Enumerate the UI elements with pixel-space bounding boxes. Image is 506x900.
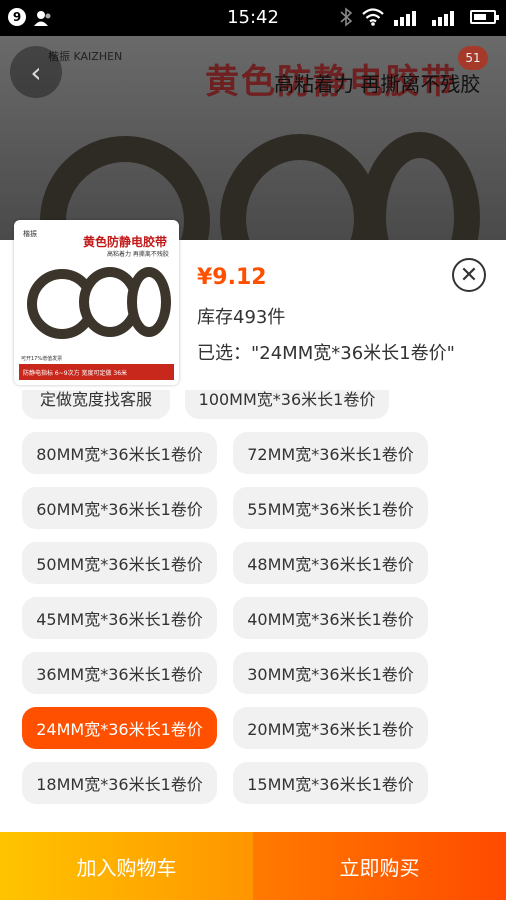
selected-variant: 已选："24MM宽*36米长1卷价"	[197, 343, 455, 364]
variant-option[interactable]: 100MM宽*36米长1卷价	[185, 390, 389, 419]
thumb-subtitle: 高粘着力 再撕离不残胶	[107, 251, 169, 258]
signal-icon-1	[394, 11, 416, 26]
buy-now-button[interactable]: 立即购买	[253, 832, 506, 900]
variant-option[interactable]: 48MM宽*36米长1卷价	[233, 542, 428, 584]
price: ¥9.12	[197, 265, 267, 290]
battery-icon	[470, 10, 499, 24]
variant-option[interactable]: 40MM宽*36米长1卷价	[233, 597, 428, 639]
tape-roll	[220, 134, 380, 240]
product-thumbnail: 楷振 黄色防静电胶带 高粘着力 再撕离不残胶 可开17%增值发票 防静电指标 6…	[14, 220, 179, 385]
wifi-icon	[362, 8, 384, 26]
variant-option[interactable]: 72MM宽*36米长1卷价	[233, 432, 428, 474]
variant-option[interactable]: 60MM宽*36米长1卷价	[22, 487, 217, 529]
variant-option[interactable]: 18MM宽*36米长1卷价	[22, 762, 217, 804]
close-button[interactable]: ✕	[452, 258, 486, 292]
action-bar: 加入购物车 立即购买	[0, 832, 506, 900]
tape-roll	[127, 267, 171, 337]
thumb-note: 可开17%增值发票	[21, 356, 63, 362]
variant-option[interactable]: 15MM宽*36米长1卷价	[233, 762, 428, 804]
cart-count-badge[interactable]: 51	[458, 46, 488, 70]
variant-option[interactable]: 20MM宽*36米长1卷价	[233, 707, 428, 749]
thumb-title: 黄色防静电胶带	[83, 235, 168, 249]
status-icons	[340, 7, 499, 27]
add-to-cart-button[interactable]: 加入购物车	[0, 832, 253, 900]
variant-option[interactable]: 定做宽度找客服	[22, 390, 170, 419]
variant-option[interactable]: 50MM宽*36米长1卷价	[22, 542, 217, 584]
banner-subtitle: 高粘着力 再撕离不残胶	[274, 72, 481, 96]
status-bar: 9 15:42	[0, 0, 506, 36]
variant-option[interactable]: 55MM宽*36米长1卷价	[233, 487, 428, 529]
variant-option[interactable]: 36MM宽*36米长1卷价	[22, 652, 217, 694]
close-icon: ✕	[459, 262, 479, 288]
variant-option[interactable]: 30MM宽*36米长1卷价	[233, 652, 428, 694]
variant-option[interactable]: 80MM宽*36米长1卷价	[22, 432, 217, 474]
tape-roll	[360, 132, 480, 240]
signal-icon-2	[432, 11, 454, 26]
thumb-brand: 楷振	[23, 230, 37, 238]
stock-count: 库存493件	[197, 307, 286, 328]
variant-option[interactable]: 24MM宽*36米长1卷价	[22, 707, 217, 749]
product-banner: 楷振 KAIZHEN 黄色防静电胶带 高粘着力 再撕离不残胶 ‹ 51	[0, 36, 506, 240]
variant-option[interactable]: 45MM宽*36米长1卷价	[22, 597, 217, 639]
variant-options: 定做宽度找客服 100MM宽*36米长1卷价 80MM宽*36米长1卷价 72MM宽*…	[0, 390, 506, 832]
bluetooth-icon	[340, 7, 352, 27]
back-button[interactable]: ‹	[10, 46, 62, 98]
thumb-strip: 防静电指标 6~9次方 宽度可定做 36米	[19, 364, 174, 380]
